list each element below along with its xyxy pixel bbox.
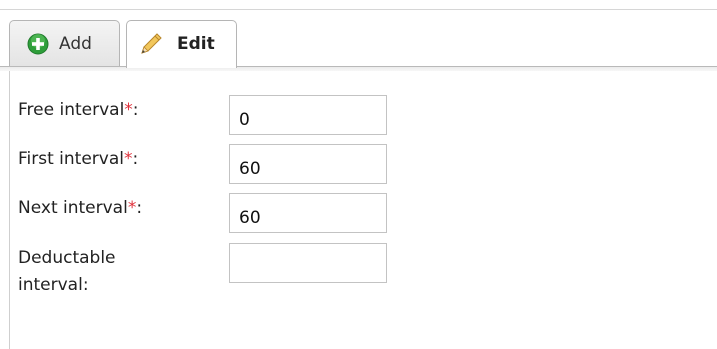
required-marker: * bbox=[124, 149, 133, 169]
free-interval-row: Free interval*: bbox=[18, 95, 398, 137]
free-interval-label: Free interval*: bbox=[18, 100, 139, 120]
pencil-icon bbox=[141, 33, 162, 54]
first-interval-label: First interval*: bbox=[18, 149, 139, 169]
required-marker: * bbox=[124, 100, 133, 120]
tab-add[interactable]: Add bbox=[9, 20, 120, 66]
next-interval-row: Next interval*: bbox=[18, 193, 398, 235]
tab-bar: Add Edit bbox=[0, 0, 717, 72]
next-interval-label: Next interval*: bbox=[18, 198, 143, 218]
plus-circle-icon bbox=[27, 33, 49, 55]
deductable-interval-row: Deductable interval: bbox=[18, 243, 398, 303]
first-interval-input[interactable] bbox=[229, 144, 387, 184]
tab-add-label: Add bbox=[59, 34, 92, 54]
first-interval-row: First interval*: bbox=[18, 144, 398, 186]
deductable-interval-input[interactable] bbox=[229, 243, 387, 283]
free-interval-input[interactable] bbox=[229, 95, 387, 135]
tab-strip-shadow bbox=[0, 67, 717, 71]
tab-edit[interactable]: Edit bbox=[126, 20, 237, 68]
tab-edit-label: Edit bbox=[177, 34, 215, 54]
panel-left-border bbox=[9, 71, 10, 349]
next-interval-input[interactable] bbox=[229, 193, 387, 233]
deductable-interval-label: Deductable interval: bbox=[18, 248, 116, 295]
